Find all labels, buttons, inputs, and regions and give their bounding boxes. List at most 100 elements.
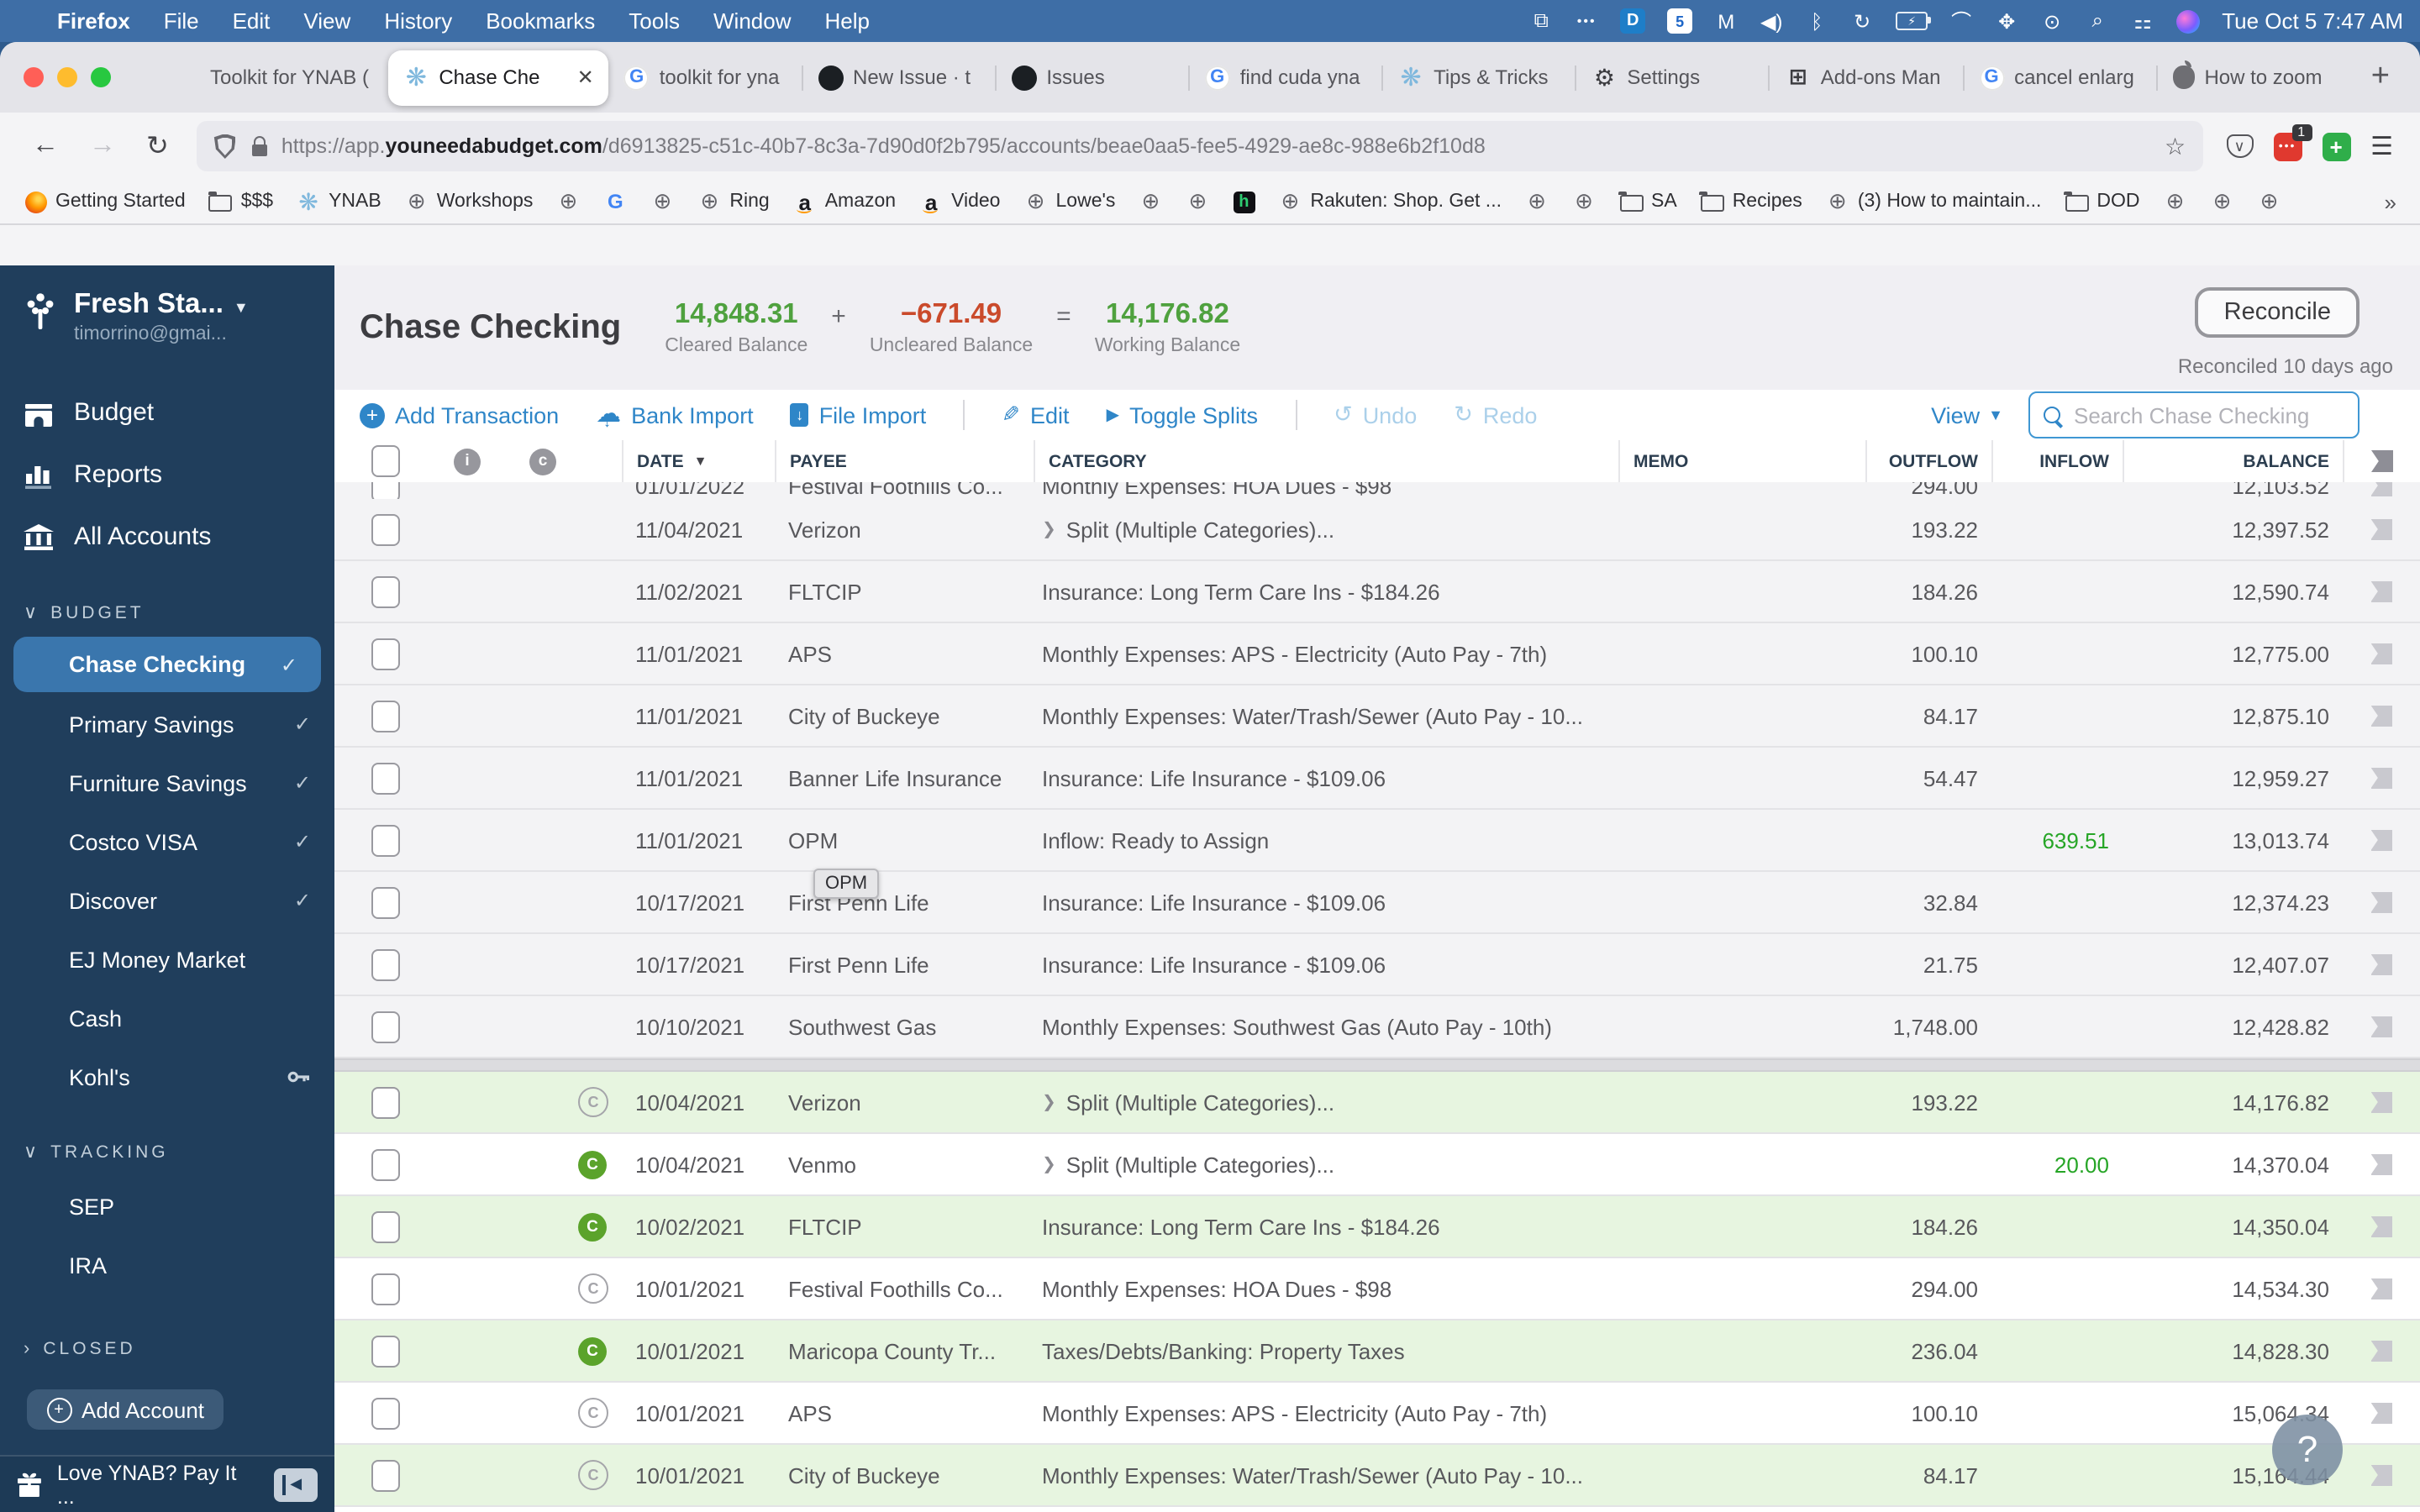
flag-icon[interactable]: [2370, 1215, 2392, 1237]
forward-button[interactable]: →: [89, 131, 116, 161]
row-checkbox[interactable]: [371, 824, 400, 856]
sidebar-account-primary-savings[interactable]: Primary Savings ✓: [0, 696, 334, 753]
split-chevron-icon[interactable]: ❯: [1042, 1093, 1056, 1111]
row-checkbox[interactable]: [371, 513, 400, 545]
cleared-circle-icon[interactable]: C: [578, 1150, 607, 1179]
bookmark-item[interactable]: G: [592, 190, 639, 213]
column-header-inflow[interactable]: INFLOW: [1991, 440, 2123, 482]
browser-tab[interactable]: How to zoom: [2155, 50, 2350, 105]
bookmark-item[interactable]: ⊕: [544, 188, 592, 213]
bookmark-item[interactable]: ⊕ Rakuten: Shop. Get ...: [1266, 188, 1513, 213]
bookmark-item[interactable]: ⊕: [1127, 188, 1174, 213]
sync-icon[interactable]: ↻: [1850, 8, 1874, 34]
menu-item-edit[interactable]: Edit: [216, 8, 287, 34]
browser-tab[interactable]: ❋ Tips & Tricks: [1381, 50, 1576, 105]
row-checkbox[interactable]: [371, 575, 400, 607]
menu-item-window[interactable]: Window: [697, 8, 808, 34]
select-all-checkbox[interactable]: [371, 445, 400, 477]
flag-icon[interactable]: [2370, 767, 2392, 789]
more-dots-icon[interactable]: •••: [1575, 8, 1598, 34]
close-window-button[interactable]: [24, 67, 44, 87]
bookmark-item[interactable]: a Video: [908, 189, 1012, 214]
search-input[interactable]: [2070, 401, 2344, 429]
bookmark-item[interactable]: ⊕: [2246, 188, 2293, 213]
menu-clock[interactable]: Tue Oct 5 7:47 AM: [2222, 8, 2403, 34]
uncleared-circle-icon[interactable]: C: [578, 1460, 608, 1490]
uncleared-circle-icon[interactable]: C: [578, 1273, 608, 1304]
browser-tab[interactable]: G toolkit for yna: [609, 50, 802, 105]
bookmark-item[interactable]: $$$: [197, 191, 285, 212]
bookmark-item[interactable]: DOD: [2053, 191, 2151, 212]
flag-icon[interactable]: [2370, 482, 2392, 496]
info-icon[interactable]: i: [454, 448, 481, 475]
menu-item-file[interactable]: File: [147, 8, 216, 34]
cleared-icon[interactable]: c: [529, 448, 556, 475]
budget-switcher[interactable]: Fresh Sta... ▼ timorrino@gmai...: [0, 265, 334, 344]
transaction-row[interactable]: 11/01/2021 Banner Life Insurance Insuran…: [334, 748, 2420, 810]
transaction-row[interactable]: C 10/02/2021 FLTCIP Insurance: Long Term…: [334, 1196, 2420, 1258]
reload-button[interactable]: ↻: [146, 129, 169, 163]
move-icon[interactable]: ✥: [1995, 8, 2018, 34]
transaction-row[interactable]: 10/17/2021 First Penn Life Insurance: Li…: [334, 872, 2420, 934]
transaction-row[interactable]: C 10/01/2021 City of Buckeye Monthly Exp…: [334, 1445, 2420, 1507]
sidebar-account-ira[interactable]: IRA: [0, 1236, 334, 1294]
pocket-icon[interactable]: ∨: [2226, 134, 2254, 158]
bookmark-item[interactable]: a Amazon: [781, 189, 908, 214]
help-button[interactable]: ?: [2272, 1415, 2343, 1485]
extension-red-icon[interactable]: ••• 1: [2273, 123, 2312, 160]
cleared-circle-icon[interactable]: C: [578, 1336, 607, 1365]
reconcile-button[interactable]: Reconcile: [2195, 287, 2360, 338]
sidebar-account-discover[interactable]: Discover ✓: [0, 872, 334, 929]
transaction-row[interactable]: C 10/01/2021 Banner Life Insurance Insur…: [334, 1507, 2420, 1512]
column-header-balance[interactable]: BALANCE: [2123, 440, 2343, 482]
bookmark-item[interactable]: ⊕ Workshops: [393, 188, 545, 213]
transaction-row[interactable]: 11/01/2021 OPM Inflow: Ready to Assign 6…: [334, 810, 2420, 872]
bookmark-star-icon[interactable]: ☆: [2165, 132, 2186, 160]
uncleared-circle-icon[interactable]: C: [578, 1087, 608, 1117]
column-header-memo[interactable]: MEMO: [1618, 440, 1865, 482]
flag-icon[interactable]: [2370, 1153, 2392, 1175]
bookmark-item[interactable]: Recipes: [1689, 191, 1814, 212]
pay-it-forward-link[interactable]: Love YNAB? Pay It ...: [57, 1461, 259, 1508]
https-lock-icon[interactable]: [252, 135, 268, 155]
transaction-row[interactable]: C 10/01/2021 APS Monthly Expenses: APS -…: [334, 1383, 2420, 1445]
transaction-row[interactable]: 01/01/2022 Festival Foothills Co... Mont…: [334, 482, 2420, 499]
row-checkbox[interactable]: [371, 1148, 400, 1180]
wifi-icon[interactable]: ⌒: [1949, 8, 1973, 34]
bookmark-item[interactable]: h: [1221, 191, 1266, 213]
uncleared-circle-icon[interactable]: C: [578, 1398, 608, 1428]
sidebar-account-chase-checking[interactable]: Chase Checking ✓: [13, 637, 321, 692]
gmail-icon[interactable]: M: [1714, 8, 1738, 34]
add-account-button[interactable]: + Add Account: [27, 1389, 224, 1430]
url-field[interactable]: https://app.youneedabudget.com/d6913825-…: [197, 121, 2203, 171]
menu-hamburger-icon[interactable]: ☰: [2370, 131, 2393, 161]
bookmark-item[interactable]: ⊕: [2152, 188, 2199, 213]
flag-icon[interactable]: [2370, 1464, 2392, 1486]
bookmark-item[interactable]: SA: [1607, 191, 1689, 212]
undo-button[interactable]: ↺ Undo: [1334, 402, 1417, 428]
menu-item-history[interactable]: History: [367, 8, 469, 34]
row-checkbox[interactable]: [371, 1210, 400, 1242]
toggle-splits-button[interactable]: ▶ Toggle Splits: [1107, 402, 1259, 428]
row-checkbox[interactable]: [371, 948, 400, 980]
menu-item-view[interactable]: View: [287, 8, 367, 34]
bookmark-item[interactable]: ⊕: [2199, 188, 2246, 213]
browser-tab[interactable]: New Issue · t: [801, 50, 996, 105]
split-chevron-icon[interactable]: ❯: [1042, 1155, 1056, 1173]
spotlight-icon[interactable]: ⌕: [2086, 8, 2109, 34]
sidebar-account-sep[interactable]: SEP: [0, 1178, 334, 1235]
collapse-sidebar-button[interactable]: ◀: [274, 1467, 318, 1501]
flag-icon[interactable]: [2370, 705, 2392, 727]
section-closed[interactable]: › CLOSED: [0, 1295, 334, 1373]
cleared-circle-icon[interactable]: C: [578, 1212, 607, 1241]
zoom-window-button[interactable]: [91, 67, 111, 87]
row-checkbox[interactable]: [371, 1397, 400, 1429]
flag-icon[interactable]: [2370, 953, 2392, 975]
minimize-window-button[interactable]: [57, 67, 77, 87]
row-checkbox[interactable]: [371, 700, 400, 732]
tab-close-icon[interactable]: ✕: [577, 66, 594, 89]
row-checkbox[interactable]: [371, 1335, 400, 1367]
flag-icon[interactable]: [2370, 891, 2392, 913]
column-header-flag[interactable]: [2343, 440, 2420, 482]
column-header-date[interactable]: DATE ▼: [622, 440, 775, 482]
